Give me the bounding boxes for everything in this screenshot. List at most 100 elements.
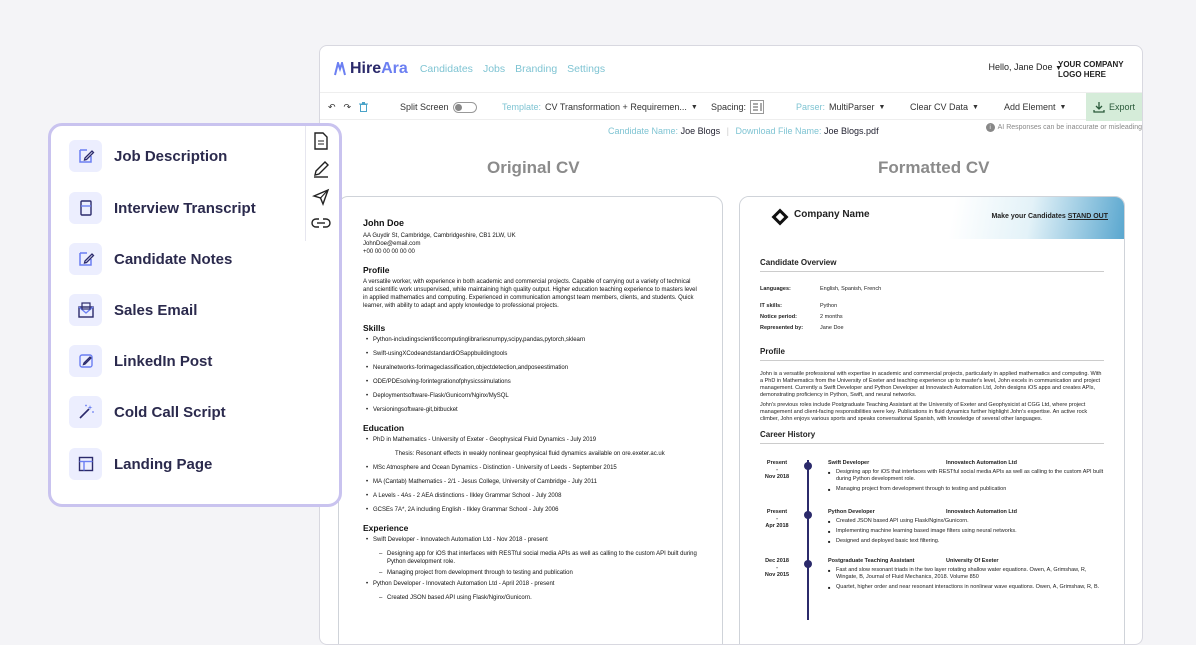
notice-row: Notice period: 2 months [760,314,1104,321]
list-item: Versioningsoftware-git,bitbucket [363,406,698,414]
user-menu[interactable]: Hello, Jane Doe ▼ [989,62,1063,72]
list-item: Neuralnetworks-forimageclassification,ob… [363,364,698,372]
tagline-emphasis: STAND OUT [1067,213,1108,220]
list-item: Deploymentsoftware-Flask/Gunicorn/Nginx/… [363,392,698,400]
add-element-label: Add Element [1004,102,1056,112]
hireara-logo[interactable]: Hire Ara [334,60,408,78]
list-item: Python Developer - Innovatech Automation… [363,580,698,588]
nav-candidates[interactable]: Candidates [420,63,473,75]
list-item: Managing project from development throug… [363,569,698,577]
document-icon [69,192,102,224]
date-from: Dec 2018 [765,558,789,564]
document-type-menu: Job Description Interview Transcript Can… [48,123,342,507]
formatted-cv-body: Candidate Overview Languages: English, Sp… [740,239,1124,621]
it-skills-row: IT skills: Python [760,303,1104,310]
nav-jobs[interactable]: Jobs [483,63,505,75]
menu-item-landing-page[interactable]: Landing Page [69,448,212,480]
career-heading: Career History [760,431,1104,444]
menu-item-label: Sales Email [114,301,198,319]
logo-text-hire: Hire [350,60,382,77]
company-name: Company Name [794,209,870,220]
export-button[interactable]: Export [1086,93,1142,121]
pencil-icon[interactable] [312,160,330,178]
editor-toolbar: ↶ ↷ Split Screen Template: CV Transforma… [320,92,1142,121]
profile-heading: Profile [760,348,1104,361]
split-screen-control: Split Screen [400,93,477,121]
template-value: CV Transformation + Requiremen... [545,102,687,112]
timeline-dot [804,462,812,470]
magic-wand-icon [69,396,102,428]
menu-item-sales-email[interactable]: Sales Email [69,294,197,326]
list-item: PhD in Mathematics - University of Exete… [363,436,698,444]
notice-value: 2 months [820,314,843,320]
export-label: Export [1108,102,1135,112]
trash-icon[interactable] [359,102,369,112]
profile-text: A versatile worker, with experience in b… [363,279,697,309]
menu-item-candidate-notes[interactable]: Candidate Notes [69,243,232,275]
menu-item-cold-call-script[interactable]: Cold Call Script [69,396,226,428]
add-element-menu[interactable]: Add Element ▼ [1004,93,1066,121]
career-entry: Present - Apr 2018 Python Developer Innova… [760,509,1104,558]
company: Innovatech Automation Ltd [946,509,1017,515]
career-dates: Present - Apr 2018 [765,509,789,529]
list-item: MSc Atmosphere and Ocean Dynamics - Dist… [363,464,698,472]
list-item: Designing app for iOS that interfaces wi… [363,550,698,566]
candidate-info-bar: Candidate Name: Joe Blogs | Download Fil… [320,120,1142,142]
profile-paragraph-2: John's previous roles include Postgradua… [760,402,1088,422]
languages-row: Languages: English, Spanish, French [760,286,1104,293]
split-screen-toggle[interactable] [452,101,477,113]
cv-name: John Doe [363,218,405,228]
redo-icon[interactable]: ↷ [344,102,352,113]
edit-note-icon [69,140,102,172]
notice-label: Notice period: [760,314,797,320]
original-cv-document[interactable]: John Doe AA Guydir St, Cambridge, Cambri… [338,196,723,644]
date-from: Present [766,460,788,466]
app-window: Hire Ara Candidates Jobs Branding Setting… [319,45,1143,645]
undo-icon[interactable]: ↶ [328,102,336,113]
menu-item-job-description[interactable]: Job Description [69,140,227,172]
candidate-name-label: Candidate Name: [608,126,679,136]
list-item: Quartet, higher order and near resonant … [828,584,1108,591]
career-entry: Dec 2018- Nov 2015 Postgraduate Teaching … [760,558,1104,607]
menu-item-interview-transcript[interactable]: Interview Transcript [69,192,256,224]
chevron-down-icon: ▼ [972,103,979,111]
link-icon[interactable] [310,216,331,230]
date-from: Present [766,509,788,515]
send-icon[interactable] [311,188,330,206]
represented-label: Represented by: [760,325,804,331]
menu-item-label: Candidate Notes [114,250,233,268]
career-timeline: Present - Nov 2018 Swift Developer Innovat… [760,460,1104,620]
field-divider: | [726,126,729,136]
spacing-control[interactable]: Spacing: [711,93,765,121]
represented-row: Represented by: Jane Doe [760,325,1104,332]
logo-text-ara: Ara [381,60,408,77]
clear-cv-label: Clear CV Data [910,102,969,112]
nav-settings[interactable]: Settings [567,63,605,75]
cv-email: JohnDoe@email.com [363,241,421,247]
document-icon[interactable] [313,132,329,150]
menu-item-label: Landing Page [114,455,213,473]
clear-cv-data-menu[interactable]: Clear CV Data ▼ [910,93,979,121]
menu-item-label: Job Description [114,147,228,165]
file-name-value[interactable]: Joe Blogs.pdf [824,126,879,136]
list-item: Swift-usingXCodeandstandardiOSappbuildin… [363,350,698,358]
candidate-name-value[interactable]: Joe Blogs [681,126,721,136]
cv-address: AA Guydir St, Cambridge, Cambridgeshire,… [363,233,516,239]
template-label: Template: [502,102,542,112]
list-item: Designing app for iOS that interfaces wi… [828,469,1108,483]
menu-item-linkedin-post[interactable]: LinkedIn Post [69,345,212,377]
layout-icon [69,448,102,480]
menu-item-label: Cold Call Script [114,403,226,421]
edit-box-icon [69,345,102,377]
parser-select[interactable]: Parser: MultiParser ▼ [796,93,885,121]
list-item: GCSEs 7A*, 2A including English - Ilkley… [363,506,698,514]
job-points: Designing app for iOS that interfaces wi… [828,469,1108,496]
formatted-cv-document[interactable]: Company Name Make your Candidates STAND … [739,196,1125,644]
parser-label: Parser: [796,102,826,112]
languages-label: Languages: [760,286,791,292]
job-title: Postgraduate Teaching Assistant [828,558,915,564]
nav-branding[interactable]: Branding [515,63,557,75]
date-to: Nov 2015 [764,572,790,578]
template-select[interactable]: Template: CV Transformation + Requiremen… [502,93,698,121]
list-item: Created JSON based API using Flask/Nginx… [828,518,1108,525]
